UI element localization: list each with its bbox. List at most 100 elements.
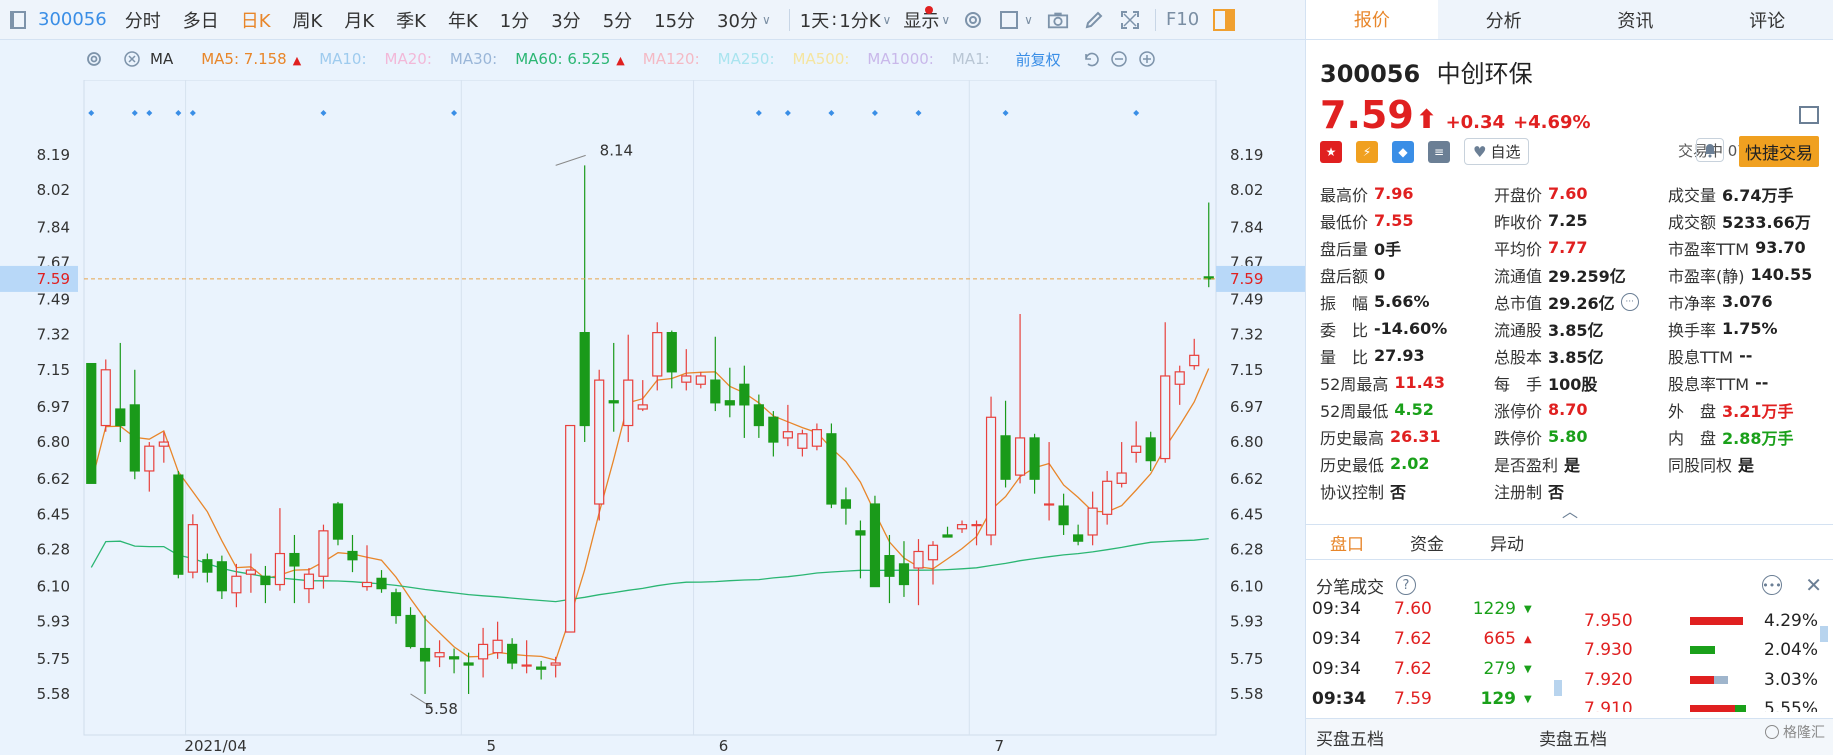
candle-body[interactable] [1102,480,1113,515]
candle-body[interactable] [782,431,793,439]
help-icon[interactable]: ? [1396,575,1416,595]
event-marker-icon[interactable] [175,110,182,116]
quick-trade-button[interactable]: 快捷交易 [1739,136,1819,167]
candle-body[interactable] [144,445,155,472]
candle-body[interactable] [550,662,561,666]
candle-body[interactable] [811,429,822,447]
candle-body[interactable] [202,559,213,573]
candle-body[interactable] [898,563,910,586]
candle-body[interactable] [637,404,648,410]
candle-body[interactable] [231,575,242,594]
candle-body[interactable] [884,555,895,577]
event-marker-icon[interactable] [1133,110,1140,116]
note-icon[interactable]: ≡ [1428,140,1450,163]
candle-body[interactable] [608,400,619,404]
ma-value[interactable]: MA10: [319,50,366,68]
candle-body[interactable] [869,503,881,588]
candle-body[interactable] [173,474,184,575]
ma-settings-gear-icon[interactable] [84,49,104,69]
candle-body[interactable] [724,400,735,406]
one-min-k-button[interactable]: 1分K [839,7,880,33]
event-marker-icon[interactable] [88,110,95,116]
candle-body[interactable] [797,433,808,449]
layout-square-icon[interactable] [998,9,1020,31]
chevron-down-icon[interactable]: ∨ [883,13,892,27]
camera-icon[interactable] [1047,9,1069,31]
candle-body[interactable] [536,666,547,670]
event-marker-icon[interactable] [828,110,835,116]
candle-body[interactable] [826,433,837,505]
f10-button[interactable]: F10 [1166,9,1199,30]
event-marker-icon[interactable] [755,110,762,116]
candle-body[interactable] [1073,534,1084,542]
forward-adjust-button[interactable]: 前复权 [1016,49,1061,70]
candle-body[interactable] [260,575,271,586]
display-button[interactable]: 显示 [903,7,939,33]
ma-value[interactable]: MA250: [718,50,775,68]
zoom-out-icon[interactable] [1109,49,1129,69]
candle-body[interactable] [1029,437,1040,480]
ma-value[interactable]: MA500: [793,50,850,68]
close-icon[interactable]: ✕ [1805,573,1822,597]
period-tab[interactable]: 分时 [125,7,161,33]
china-flag-icon[interactable]: ★ [1320,140,1342,163]
candle-body[interactable] [565,424,576,633]
period-tab[interactable]: 3分 [551,7,580,33]
scrollbar-thumb[interactable] [1820,626,1828,642]
candle-body[interactable] [100,369,111,427]
chevron-down-icon[interactable]: ∨ [762,13,771,27]
ma-value[interactable]: MA30: [450,50,497,68]
candle-body[interactable] [507,643,518,664]
candle-body[interactable] [985,416,997,536]
ma-value[interactable]: MA20: [385,50,432,68]
undo-icon[interactable] [1081,49,1101,69]
candle-body[interactable] [1174,371,1185,385]
candle-body[interactable] [1058,505,1069,526]
chevron-down-icon[interactable]: ∨ [941,13,950,27]
settings-gear-icon[interactable] [962,9,984,31]
ma-indicator-label[interactable]: MA [150,50,173,68]
period-tab[interactable]: 月K [344,7,374,33]
sub-tab[interactable]: 盘口 [1330,530,1364,555]
ma-value[interactable]: MA60: 6.525 ▲ [515,50,625,68]
ma-value[interactable]: MA120: [643,50,700,68]
period-tab[interactable]: 日K [241,7,271,33]
stock-code-tab[interactable]: 300056 [38,9,107,30]
candle-body[interactable] [927,544,939,561]
candle-body[interactable] [1145,437,1156,462]
candle-body[interactable] [318,530,329,577]
candle-body[interactable] [1014,437,1026,476]
candle-body[interactable] [390,592,402,617]
event-marker-icon[interactable] [784,110,791,116]
candle-body[interactable] [463,662,474,666]
period-tab[interactable]: 年K [448,7,478,33]
panel-tab[interactable]: 评论 [1701,0,1833,39]
event-marker-icon[interactable] [451,110,458,116]
lightning-icon[interactable]: ⚡ [1356,140,1378,163]
ma-value[interactable]: MA1: [952,50,990,68]
candle-body[interactable] [956,524,968,530]
sub-tab[interactable]: 资金 [1410,530,1444,555]
panel-menu-icon[interactable] [1799,106,1819,124]
one-day-button[interactable]: 1天 [800,7,829,33]
candle-body[interactable] [681,375,692,383]
ma-value[interactable]: MA5: 7.158 ▲ [201,50,301,68]
candle-body[interactable] [1189,354,1200,367]
candle-body[interactable] [376,577,387,590]
candle-body[interactable] [855,530,866,536]
event-marker-icon[interactable] [871,110,878,116]
period-tab[interactable]: 周K [293,7,323,33]
candle-body[interactable] [739,383,750,406]
event-marker-icon[interactable] [146,110,153,116]
period-tab[interactable]: 5分 [603,7,632,33]
zoom-in-icon[interactable] [1137,49,1157,69]
candle-body[interactable] [115,408,126,427]
candle-body[interactable] [579,332,590,427]
scrollbar-thumb[interactable] [1554,680,1562,696]
candle-body[interactable] [216,561,227,592]
candle-body[interactable] [840,499,852,509]
ma-close-icon[interactable] [122,49,142,69]
more-icon[interactable]: ··· [1620,292,1639,311]
period-tab[interactable]: 15分 [654,7,695,33]
candle-body[interactable] [1044,503,1055,506]
